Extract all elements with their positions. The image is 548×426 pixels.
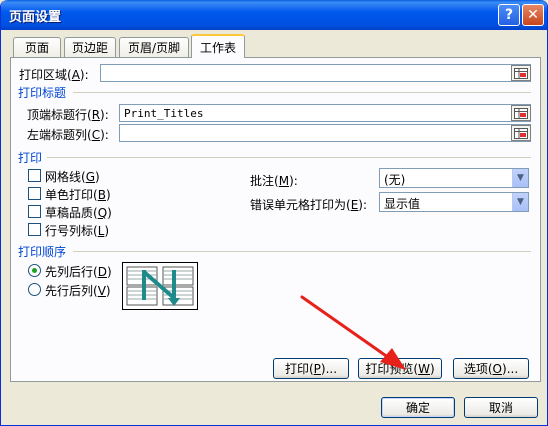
print-titles-divider bbox=[73, 92, 531, 93]
range-select-icon bbox=[514, 67, 528, 79]
close-button[interactable]: ✕ bbox=[522, 4, 544, 26]
cancel-button-label: 取消 bbox=[488, 401, 513, 415]
black-and-white-label: 单色打印(B) bbox=[45, 188, 111, 202]
options-button-suffix: ... bbox=[506, 361, 519, 376]
close-icon: ✕ bbox=[527, 7, 539, 23]
options-button[interactable]: 选项(O)... bbox=[453, 358, 529, 379]
options-button-key: O bbox=[492, 361, 502, 376]
tab-page-label: 页面 bbox=[24, 41, 49, 55]
black-and-white-checkbox[interactable] bbox=[28, 187, 41, 200]
tab-sheet-label: 工作表 bbox=[199, 40, 236, 55]
ok-button[interactable]: 确定 bbox=[381, 397, 455, 418]
chevron-down-icon: ▼ bbox=[512, 169, 528, 187]
print-divider bbox=[47, 157, 531, 158]
cancel-button[interactable]: 取消 bbox=[464, 397, 538, 418]
columns-to-repeat-label: 左端标题列(C): bbox=[27, 128, 109, 142]
columns-to-repeat-input[interactable] bbox=[119, 124, 531, 142]
tab-header-footer[interactable]: 页眉/页脚 bbox=[119, 37, 189, 57]
over-then-down-label: 先行后列(V) bbox=[45, 284, 111, 298]
comments-value: (无) bbox=[384, 173, 406, 187]
page-order-preview-icon bbox=[122, 262, 198, 310]
help-button[interactable]: ? bbox=[498, 4, 520, 26]
tab-page[interactable]: 页面 bbox=[13, 37, 61, 57]
options-button-label: 选项 bbox=[463, 362, 488, 376]
draft-quality-checkbox[interactable] bbox=[28, 205, 41, 218]
gridlines-checkbox[interactable] bbox=[28, 169, 41, 182]
page-order-divider bbox=[73, 251, 531, 252]
rows-to-repeat-input[interactable]: Print_Titles bbox=[119, 104, 531, 122]
draft-quality-label: 草稿品质(Q) bbox=[45, 206, 112, 220]
range-select-icon bbox=[514, 107, 528, 119]
tab-header-footer-label: 页眉/页脚 bbox=[127, 41, 181, 55]
page-order-group-label: 打印顺序 bbox=[18, 245, 67, 259]
annotation-arrow-icon bbox=[300, 295, 406, 370]
cell-errors-label: 错误单元格打印为(E): bbox=[250, 198, 368, 212]
cell-errors-value: 显示值 bbox=[384, 197, 421, 211]
tab-sheet[interactable]: 工作表 bbox=[191, 34, 245, 58]
rows-to-repeat-label: 顶端标题行(R): bbox=[27, 108, 109, 122]
print-area-label: 打印区域(A): bbox=[19, 68, 89, 82]
gridlines-label: 网格线(G) bbox=[45, 170, 100, 184]
comments-label: 批注(M): bbox=[250, 174, 298, 188]
range-select-icon bbox=[514, 127, 528, 139]
over-then-down-radio[interactable] bbox=[28, 283, 41, 296]
print-titles-group-label: 打印标题 bbox=[18, 86, 67, 100]
down-then-over-label: 先列后行(D) bbox=[45, 265, 112, 279]
print-group-label: 打印 bbox=[18, 151, 43, 165]
tab-margins[interactable]: 页边距 bbox=[64, 37, 116, 57]
chevron-down-icon: ▼ bbox=[512, 193, 528, 211]
window-title: 页面设置 bbox=[9, 10, 62, 25]
print-area-collapse-button[interactable] bbox=[511, 65, 531, 81]
tab-margins-label: 页边距 bbox=[71, 41, 108, 55]
page-setup-dialog: 页面设置 ? ✕ 页面 页边距 页眉/页脚 工作表 打印区域(A): 打印标题 … bbox=[0, 0, 548, 426]
row-col-headings-checkbox[interactable] bbox=[28, 223, 41, 236]
down-then-over-radio[interactable] bbox=[28, 264, 41, 277]
print-area-input[interactable] bbox=[100, 64, 531, 82]
cell-errors-select[interactable]: 显示值 ▼ bbox=[379, 192, 529, 212]
rows-collapse-button[interactable] bbox=[511, 105, 531, 121]
help-icon: ? bbox=[504, 7, 514, 23]
ok-button-label: 确定 bbox=[405, 401, 430, 415]
comments-select[interactable]: (无) ▼ bbox=[379, 168, 529, 188]
columns-collapse-button[interactable] bbox=[511, 125, 531, 141]
row-col-headings-label: 行号列标(L) bbox=[45, 224, 110, 238]
title-bar[interactable]: 页面设置 ? ✕ bbox=[1, 0, 547, 30]
print-preview-button-key: W bbox=[418, 361, 430, 376]
